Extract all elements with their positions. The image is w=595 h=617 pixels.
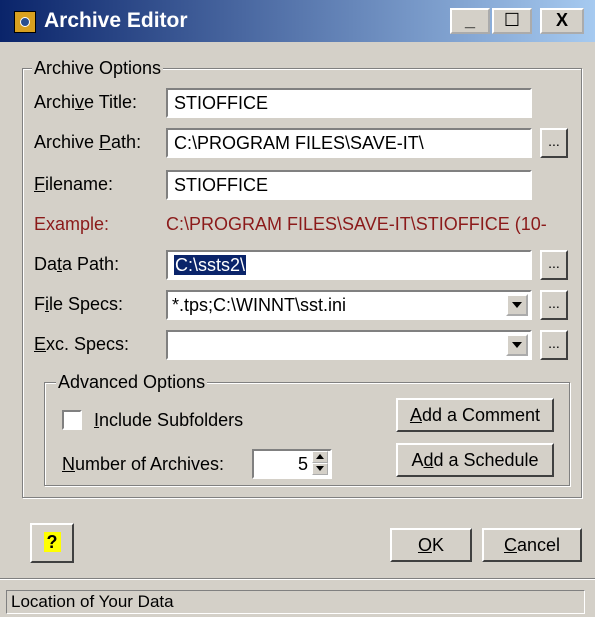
data-path-label: Data Path: [34,254,120,274]
number-of-archives-value: 5 [297,454,308,474]
exc-specs-label: Exc. Specs: [34,334,130,354]
file-specs-label: File Specs: [34,294,124,314]
file-specs-dropdown-icon[interactable] [506,294,528,316]
exc-specs-browse-button[interactable]: ... [540,330,568,360]
filename-input[interactable]: STIOFFICE [166,170,532,200]
spin-up-icon[interactable] [312,451,328,463]
status-separator [0,578,595,580]
archive-path-input[interactable]: C:\PROGRAM FILES\SAVE-IT\ [166,128,532,158]
include-subfolders-checkbox[interactable] [62,410,82,430]
file-specs-combobox[interactable]: *.tps;C:\WINNT\sst.ini [166,290,532,320]
archive-title-input[interactable]: STIOFFICE [166,88,532,118]
window-title: Archive Editor [44,9,188,32]
add-schedule-button[interactable]: Add a Schedule [396,443,554,477]
help-button[interactable]: ? [30,523,74,563]
filename-label: Filename: [34,174,114,194]
ok-button[interactable]: OK [390,528,472,562]
example-value: C:\PROGRAM FILES\SAVE-IT\STIOFFICE (10- [166,214,547,234]
archive-path-label: Archive Path: [34,132,142,152]
archive-options-legend: Archive Options [32,58,164,79]
include-subfolders-label[interactable]: Include Subfolders [94,410,243,431]
example-label: Example: [34,214,110,234]
status-bar: Location of Your Data [6,590,585,614]
file-specs-value: *.tps;C:\WINNT\sst.ini [172,295,347,315]
cancel-button[interactable]: Cancel [482,528,582,562]
data-path-input[interactable]: C:\ssts2\ [166,250,532,280]
number-of-archives-label: Number of Archives: [62,454,225,474]
spin-down-icon[interactable] [312,463,328,475]
advanced-options-legend: Advanced Options [56,372,208,393]
exc-specs-combobox[interactable] [166,330,532,360]
archive-path-browse-button[interactable]: ... [540,128,568,158]
data-path-selection: C:\ssts2\ [174,255,247,275]
add-comment-button[interactable]: Add a Comment [396,398,554,432]
app-icon [14,11,36,33]
exc-specs-dropdown-icon[interactable] [506,334,528,356]
file-specs-browse-button[interactable]: ... [540,290,568,320]
help-icon: ? [43,532,61,552]
close-button[interactable]: X [540,8,584,34]
title-bar[interactable]: Archive Editor _ ☐ X [0,0,595,42]
close-icon: X [555,10,568,30]
data-path-browse-button[interactable]: ... [540,250,568,280]
minimize-button[interactable]: _ [450,8,490,34]
archive-title-label: Archive Title: [34,92,138,112]
minimize-icon: _ [464,10,475,30]
number-of-archives-spin-buttons[interactable] [312,451,328,477]
maximize-button[interactable]: ☐ [492,8,532,34]
maximize-icon: ☐ [503,10,521,30]
